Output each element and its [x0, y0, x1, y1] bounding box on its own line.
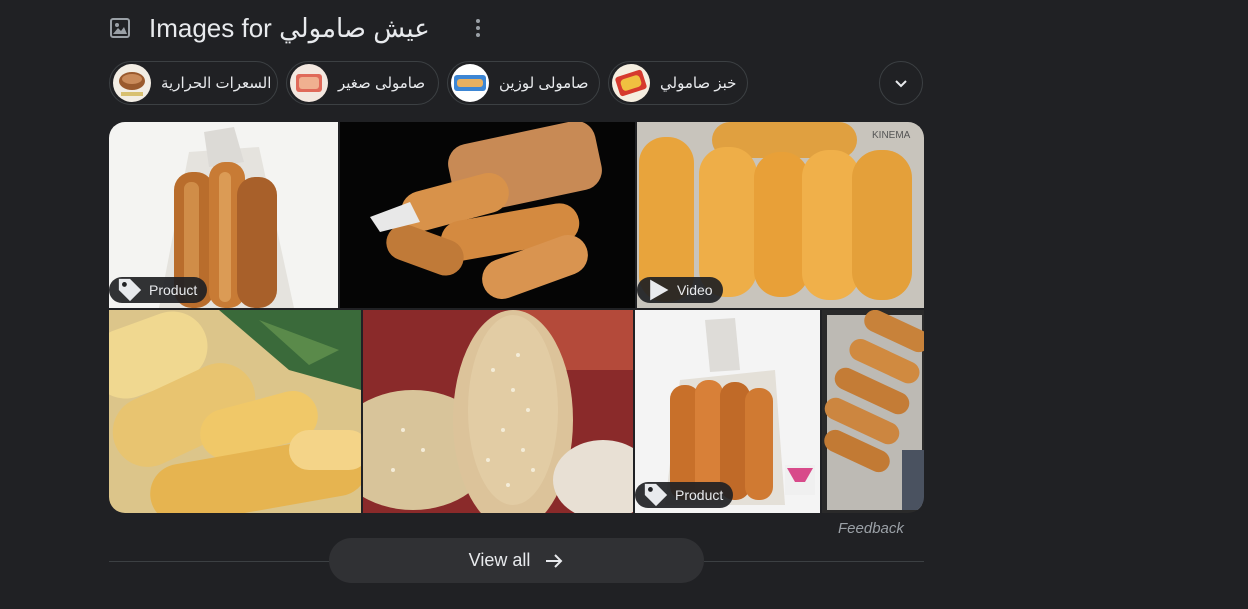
chevron-down-icon	[895, 80, 907, 88]
more-vert-icon[interactable]	[468, 16, 488, 40]
chip-thumbnail	[113, 64, 151, 102]
chip-thumbnail	[451, 64, 489, 102]
arrow-right-icon	[546, 553, 563, 568]
feedback-link[interactable]: Feedback	[838, 520, 904, 537]
video-badge: Video	[637, 277, 723, 303]
section-header: Images for عيش صامولي	[109, 10, 488, 46]
image-result[interactable]	[363, 310, 633, 513]
badge-label: Product	[149, 282, 198, 298]
chip-label: صامولى لوزين	[499, 75, 589, 92]
view-all-button[interactable]: View all	[329, 538, 704, 583]
chip-lozain[interactable]: صامولى لوزين	[447, 61, 600, 105]
tag-icon	[644, 483, 668, 507]
badge-label: Video	[677, 282, 713, 298]
divider	[109, 561, 329, 562]
product-badge: Product	[635, 482, 734, 508]
chip-thumbnail	[612, 64, 650, 102]
play-icon	[650, 279, 669, 301]
image-result[interactable]	[109, 310, 361, 513]
chip-thumbnail	[290, 64, 328, 102]
chip-label: السعرات الحرارية	[161, 75, 272, 92]
chip-label: صامولى صغير	[338, 75, 426, 92]
svg-text:KINEMA: KINEMA	[872, 130, 911, 141]
image-icon	[109, 17, 131, 39]
chip-calories[interactable]: السعرات الحرارية	[109, 61, 278, 105]
chip-small[interactable]: صامولى صغير	[286, 61, 439, 105]
product-badge: Product	[109, 277, 208, 303]
tag-icon	[118, 278, 142, 302]
image-grid: Product KINEMA Video Product	[109, 122, 924, 513]
expand-chips-button[interactable]	[879, 61, 923, 105]
image-result[interactable]	[340, 122, 635, 308]
image-result[interactable]	[822, 310, 924, 513]
image-result[interactable]: Product	[635, 310, 820, 513]
image-result[interactable]: Product	[109, 122, 338, 308]
divider	[704, 561, 924, 562]
section-title: Images for عيش صامولي	[149, 13, 430, 43]
badge-label: Product	[675, 487, 724, 503]
chip-bread[interactable]: خبز صامولي	[608, 61, 748, 105]
chip-label: خبز صامولي	[660, 75, 737, 92]
image-result[interactable]: KINEMA Video	[637, 122, 924, 308]
view-all-label: View all	[468, 550, 531, 570]
